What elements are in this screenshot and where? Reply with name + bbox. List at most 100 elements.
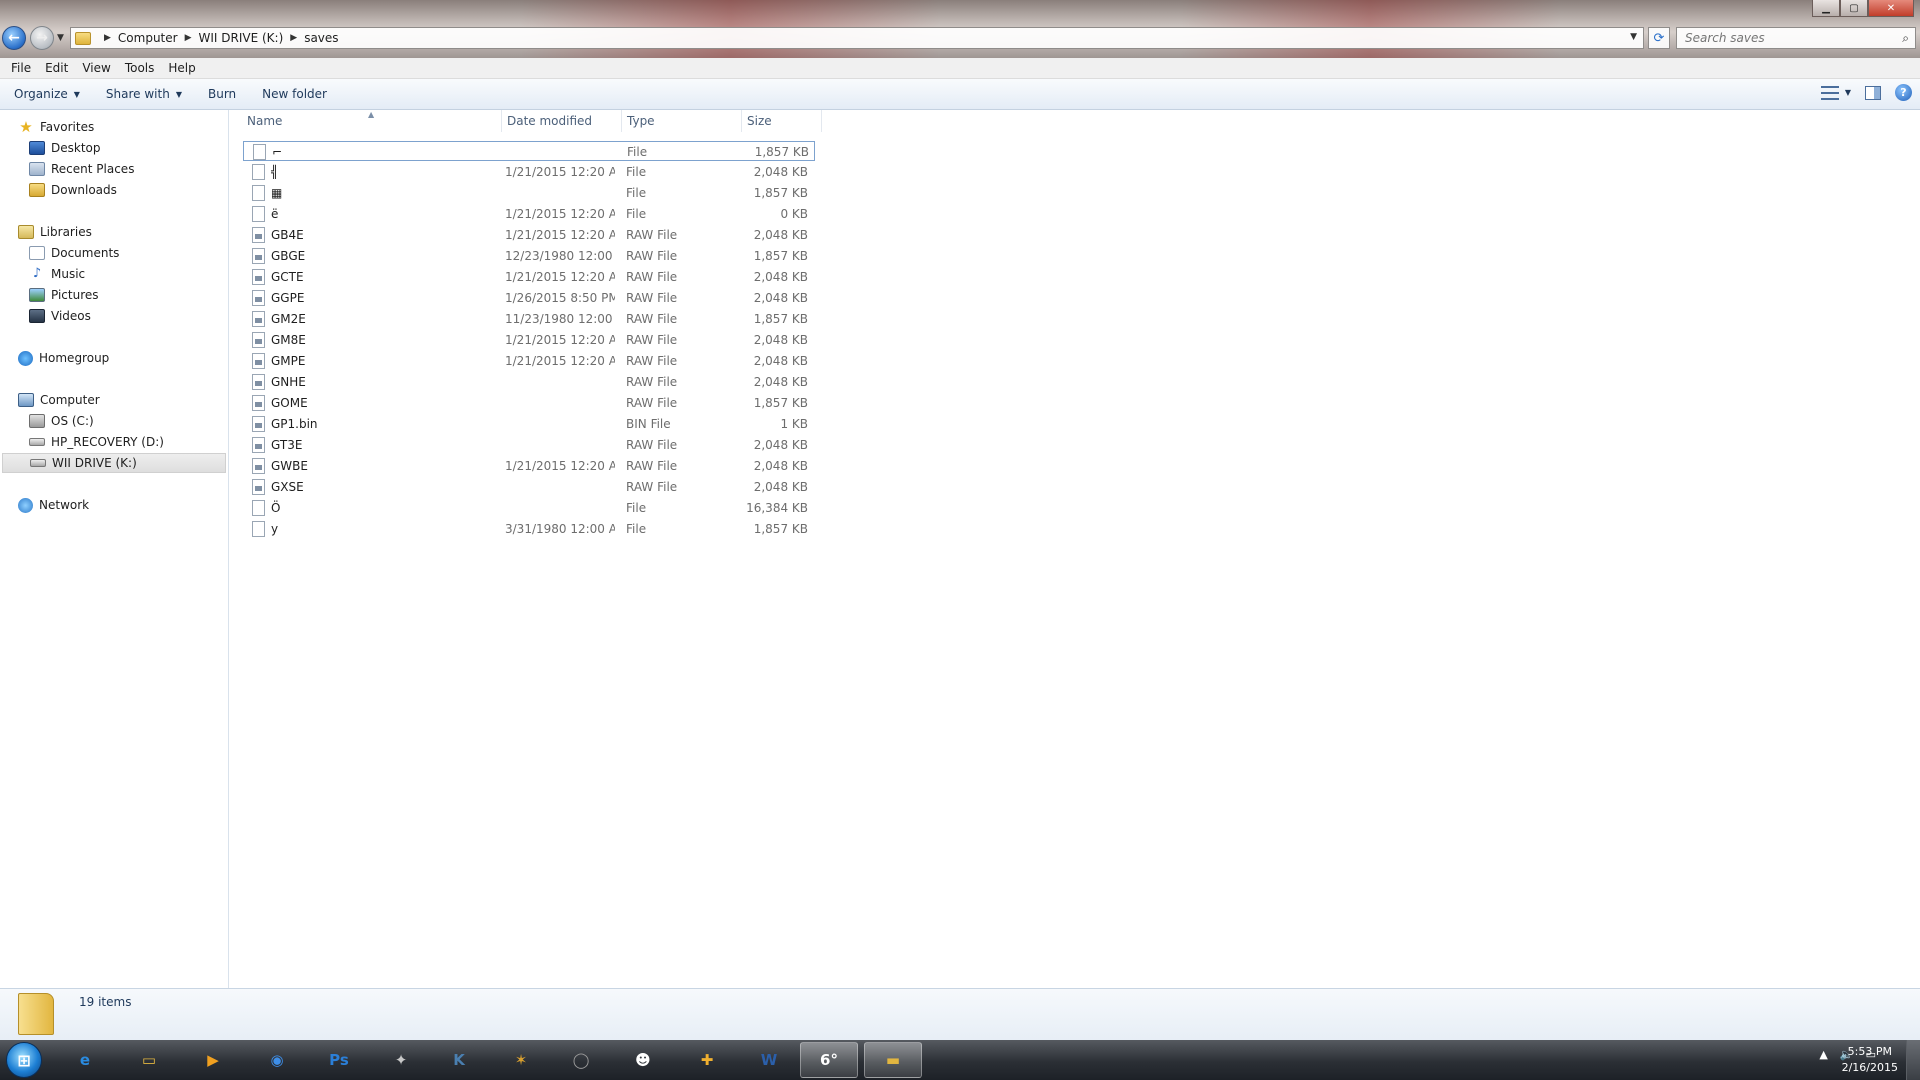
address-dropdown-icon[interactable]: ▼: [1630, 32, 1637, 42]
search-box[interactable]: ⌕: [1676, 27, 1916, 49]
taskbar-app-button[interactable]: ▬: [864, 1042, 922, 1078]
file-row[interactable]: GM2E11/23/1980 12:00 ...RAW File1,857 KB: [243, 309, 815, 329]
taskbar-app-button[interactable]: Ps: [310, 1042, 368, 1078]
taskbar-app-button[interactable]: ◉: [248, 1042, 306, 1078]
nav-documents[interactable]: Documents: [29, 243, 119, 263]
file-row[interactable]: GNHE RAW File 2,048 KB: [243, 372, 815, 392]
nav-recent-places[interactable]: Recent Places: [29, 159, 134, 179]
breadcrumb-chevron-icon[interactable]: ▶: [185, 33, 192, 43]
file-row[interactable]: GWBE1/21/2015 12:20 AMRAW File2,048 KB: [243, 456, 815, 476]
show-desktop-button[interactable]: [1906, 1040, 1920, 1080]
organize-button[interactable]: Organize ▼: [0, 79, 92, 110]
taskbar-app-button[interactable]: 6°: [800, 1042, 858, 1078]
file-row[interactable]: y3/31/1980 12:00 AMFile1,857 KB: [243, 519, 815, 539]
column-header-date[interactable]: Date modified: [502, 110, 622, 132]
sort-ascending-icon: ▲: [368, 110, 375, 119]
menu-tools[interactable]: Tools: [118, 61, 162, 75]
minimize-button[interactable]: ▁: [1812, 0, 1840, 17]
nav-libraries[interactable]: Libraries: [18, 222, 92, 242]
address-bar[interactable]: ▶ Computer ▶ WII DRIVE (K:) ▶ saves ▼: [70, 27, 1644, 49]
nav-os-c[interactable]: OS (C:): [29, 411, 94, 431]
show-hidden-icons-icon[interactable]: ▲: [1819, 1048, 1827, 1061]
file-row[interactable]: GT3E RAW File 2,048 KB: [243, 435, 815, 455]
breadcrumb-saves[interactable]: saves: [304, 31, 338, 45]
start-button[interactable]: ⊞: [6, 1042, 42, 1078]
search-input[interactable]: [1677, 28, 1877, 48]
file-row[interactable]: ╣1/21/2015 12:20 AMFile2,048 KB: [243, 162, 815, 182]
back-button[interactable]: ←: [2, 26, 26, 50]
help-icon[interactable]: ?: [1895, 84, 1912, 101]
file-row[interactable]: GM8E1/21/2015 12:20 AMRAW File2,048 KB: [243, 330, 815, 350]
nav-hp-recovery[interactable]: HP_RECOVERY (D:): [29, 432, 164, 452]
forward-button[interactable]: →: [30, 26, 54, 50]
file-name: GXSE: [271, 480, 304, 494]
file-row[interactable]: GMPE1/21/2015 12:20 AMRAW File2,048 KB: [243, 351, 815, 371]
panda-app-icon: ☻: [635, 1051, 651, 1069]
file-row[interactable]: Ö File 16,384 KB: [243, 498, 815, 518]
nav-computer[interactable]: Computer: [18, 390, 100, 410]
file-row[interactable]: ▦ File 1,857 KB: [243, 183, 815, 203]
breadcrumb-chevron-icon[interactable]: ▶: [104, 33, 111, 43]
minimize-icon: ▁: [1822, 2, 1830, 14]
breadcrumb-computer[interactable]: Computer: [118, 31, 178, 45]
nav-desktop-label: Desktop: [51, 141, 101, 155]
taskbar-app-button[interactable]: ▭: [120, 1042, 178, 1078]
new-folder-button[interactable]: New folder: [248, 79, 339, 110]
recent-pages-dropdown[interactable]: ▼: [57, 33, 64, 43]
nav-desktop[interactable]: Desktop: [29, 138, 101, 158]
file-row[interactable]: ⌐ File 1,857 KB: [243, 141, 815, 161]
close-icon: ✕: [1886, 2, 1896, 14]
menu-help[interactable]: Help: [161, 61, 202, 75]
taskbar-app-button[interactable]: K: [430, 1042, 488, 1078]
organize-label: Organize: [14, 87, 68, 101]
nav-music[interactable]: ♪ Music: [29, 264, 85, 284]
nav-pictures[interactable]: Pictures: [29, 285, 99, 305]
column-header-type[interactable]: Type: [622, 110, 742, 132]
nav-wii-drive[interactable]: WII DRIVE (K:): [2, 453, 226, 473]
file-date-modified: 1/21/2015 12:20 AM: [505, 165, 615, 179]
refresh-button[interactable]: ⟳: [1648, 27, 1670, 49]
taskbar-app-button[interactable]: ✦: [372, 1042, 430, 1078]
maximize-button[interactable]: ▢: [1840, 0, 1868, 17]
file-row[interactable]: GBGE12/23/1980 12:00 ...RAW File1,857 KB: [243, 246, 815, 266]
circle-app-icon: ◯: [572, 1051, 590, 1069]
taskbar-app-button[interactable]: ▶: [184, 1042, 242, 1078]
change-view-button[interactable]: ▼: [1820, 85, 1851, 100]
column-header-size[interactable]: Size: [742, 110, 822, 132]
taskbar-app-button[interactable]: e: [56, 1042, 114, 1078]
recent-places-icon: [29, 162, 45, 176]
k-app-icon: K: [453, 1051, 465, 1069]
taskbar-app-button[interactable]: ☻: [614, 1042, 672, 1078]
menu-edit[interactable]: Edit: [38, 61, 75, 75]
file-row[interactable]: GP1.bin BIN File 1 KB: [243, 414, 815, 434]
taskbar-app-button[interactable]: ✶: [492, 1042, 550, 1078]
nav-downloads[interactable]: Downloads: [29, 180, 117, 200]
nav-homegroup[interactable]: Homegroup: [18, 348, 109, 368]
file-size: 1,857 KB: [753, 186, 808, 200]
file-row[interactable]: GGPE 1/26/2015 8:50 PM RAW File 2,048 KB: [243, 288, 815, 308]
raw-file-icon: [252, 248, 265, 264]
nav-favorites[interactable]: ★ Favorites: [18, 117, 94, 137]
file-row[interactable]: GB4E1/21/2015 12:20 AMRAW File2,048 KB: [243, 225, 815, 245]
taskbar-app-button[interactable]: W: [740, 1042, 798, 1078]
file-row[interactable]: GXSE RAW File 2,048 KB: [243, 477, 815, 497]
nav-network[interactable]: Network: [18, 495, 89, 515]
nav-videos[interactable]: Videos: [29, 306, 91, 326]
share-with-button[interactable]: Share with ▼: [92, 79, 194, 110]
clock[interactable]: 5:53 PM 2/16/2015: [1842, 1044, 1898, 1076]
file-row[interactable]: GCTE1/21/2015 12:20 AMRAW File2,048 KB: [243, 267, 815, 287]
file-row[interactable]: ë1/21/2015 12:20 AMFile0 KB: [243, 204, 815, 224]
close-button[interactable]: ✕: [1868, 0, 1914, 17]
menu-view[interactable]: View: [75, 61, 117, 75]
burn-button[interactable]: Burn: [194, 79, 248, 110]
file-row[interactable]: GOME RAW File 1,857 KB: [243, 393, 815, 413]
nav-os-c-label: OS (C:): [51, 414, 94, 428]
breadcrumb-wii-drive[interactable]: WII DRIVE (K:): [199, 31, 284, 45]
taskbar-app-button[interactable]: ◯: [552, 1042, 610, 1078]
breadcrumb-chevron-icon[interactable]: ▶: [290, 33, 297, 43]
search-icon[interactable]: ⌕: [1902, 31, 1909, 46]
column-header-name[interactable]: Name ▲: [230, 110, 502, 132]
menu-file[interactable]: File: [4, 61, 38, 75]
taskbar-app-button[interactable]: ✚: [678, 1042, 736, 1078]
preview-pane-icon[interactable]: [1865, 85, 1881, 100]
